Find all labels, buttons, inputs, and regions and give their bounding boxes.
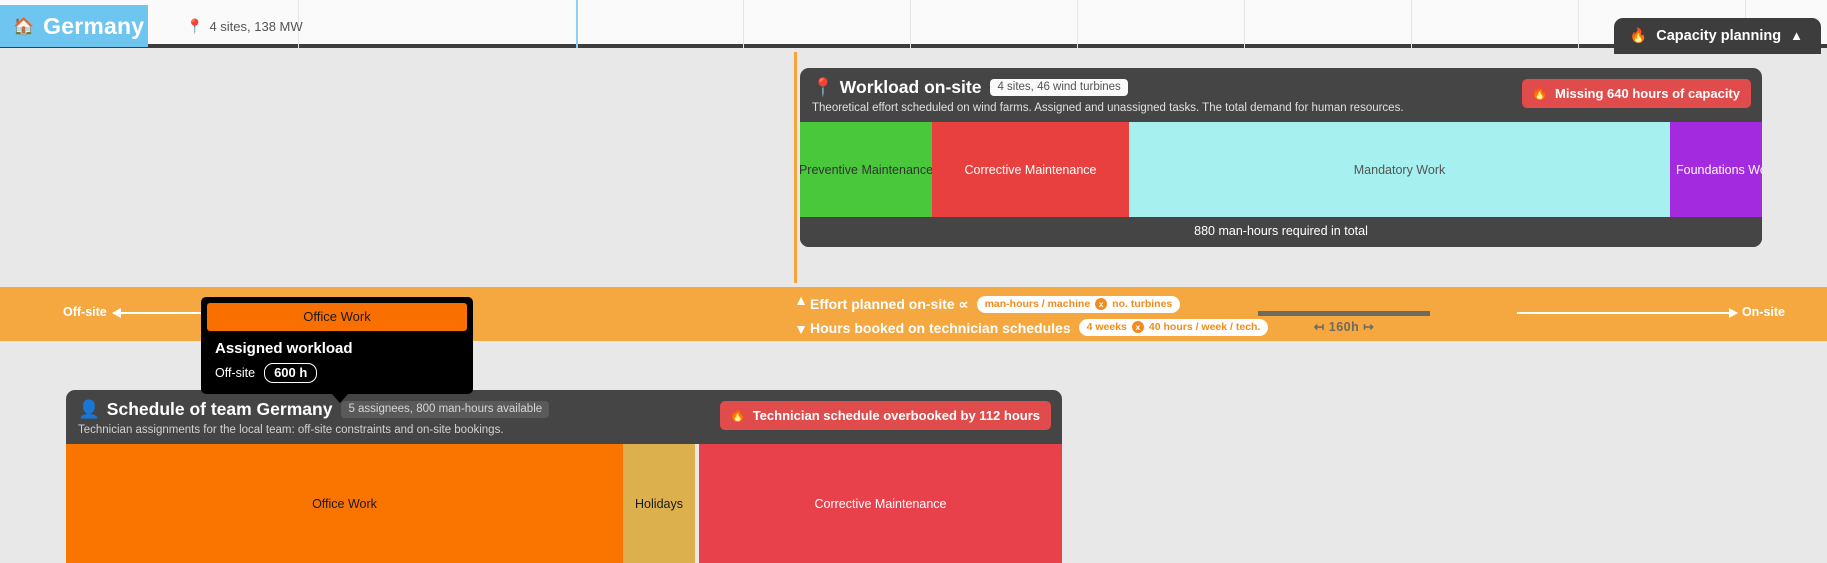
onsite-label: On-site <box>1742 305 1785 319</box>
map-pin-icon: 📍 <box>186 18 203 35</box>
tooltip-row-key: Off-site <box>215 366 255 380</box>
chevron-up-icon: ▲ <box>1790 28 1803 43</box>
offsite-arrow-icon <box>113 312 213 314</box>
workload-header: 📍 Workload on-site 4 sites, 46 wind turb… <box>800 68 1762 122</box>
schedule-title: 👤 Schedule of team Germany <box>78 399 332 420</box>
top-bar: 🏠 Germany 📍 4 sites, 138 MW 🔥 Capacity p… <box>0 0 1827 48</box>
offsite-label: Off-site <box>63 305 107 319</box>
segment-label: Preventive Maintenance <box>800 163 932 177</box>
tooltip-pointer-icon <box>331 393 349 403</box>
segment-label: Holidays <box>635 497 683 511</box>
site-summary-label: 4 sites, 138 MW <box>209 19 302 34</box>
hours-formula-row: Hours booked on technician schedules 4 w… <box>810 319 1268 336</box>
missing-capacity-label: Missing 640 hours of capacity <box>1555 86 1740 101</box>
missing-capacity-badge[interactable]: 🔥 Missing 640 hours of capacity <box>1522 79 1751 108</box>
schedule-badge: 5 assignees, 800 man-hours available <box>341 401 549 418</box>
grid-line <box>1244 0 1245 48</box>
map-pin-icon: 📍 <box>812 77 834 98</box>
scale-measure-bar <box>1258 311 1430 316</box>
flame-icon: 🔥 <box>1532 85 1548 101</box>
tooltip-row-value: 600 h <box>264 363 317 383</box>
schedule-segment-office-work[interactable]: Office Work <box>66 444 623 563</box>
grid-line <box>1077 0 1078 48</box>
grid-line-today <box>576 0 578 48</box>
schedule-bar-chart: Office Work Holidays Corrective Maintena… <box>66 444 1062 563</box>
segment-label: Mandatory Work <box>1354 163 1445 177</box>
segment-label: Corrective Maintenance <box>814 497 946 511</box>
capacity-planning-label: Capacity planning <box>1656 28 1781 44</box>
onsite-boundary-marker <box>794 52 797 283</box>
app-stage: 🏠 Germany 📍 4 sites, 138 MW 🔥 Capacity p… <box>0 0 1827 563</box>
workload-bar-chart: Preventive Maintenance Corrective Mainte… <box>800 122 1762 217</box>
onsite-arrow-icon <box>1517 312 1737 314</box>
workload-onsite-panel: 📍 Workload on-site 4 sites, 46 wind turb… <box>800 68 1762 247</box>
multiply-icon: x <box>1095 298 1107 310</box>
grid-line <box>910 0 911 48</box>
flame-icon: 🔥 <box>1630 27 1647 44</box>
schedule-segment-holidays[interactable]: Holidays <box>623 444 695 563</box>
arrow-down-icon: ▼ <box>794 324 808 335</box>
hours-formula-label: Hours booked on technician schedules <box>810 320 1071 336</box>
hours-formula-badge: 4 weeks x 40 hours / week / tech. <box>1079 319 1269 336</box>
hours-badge-left: 4 weeks <box>1087 321 1127 333</box>
tooltip-row: Off-site 600 h <box>215 363 467 383</box>
workload-title-text: Workload on-site <box>840 77 982 98</box>
schedule-header: 👤 Schedule of team Germany 5 assignees, … <box>66 390 1062 444</box>
effort-badge-right: no. turbines <box>1112 298 1172 310</box>
workload-segment-preventive[interactable]: Preventive Maintenance <box>800 122 932 217</box>
schedule-title-text: Schedule of team Germany <box>107 399 333 420</box>
effort-formula-badge: man-hours / machine x no. turbines <box>977 296 1181 313</box>
workload-title: 📍 Workload on-site <box>812 77 981 98</box>
planning-canvas: 📍 Workload on-site 4 sites, 46 wind turb… <box>0 52 1827 563</box>
scale-measure-label: ↤ 160h ↦ <box>1258 319 1430 334</box>
overbooked-label: Technician schedule overbooked by 112 ho… <box>753 408 1040 423</box>
segment-label: Foundations Work <box>1676 163 1762 177</box>
tooltip-header: Office Work <box>207 303 467 331</box>
country-name: Germany <box>43 13 144 40</box>
segment-label: Office Work <box>312 497 377 511</box>
tooltip-title: Assigned workload <box>215 340 467 357</box>
workload-total-label: 880 man-hours required in total <box>800 217 1762 247</box>
workload-segment-mandatory[interactable]: Mandatory Work <box>1129 122 1670 217</box>
effort-formula-row: Effort planned on-site ∝ man-hours / mac… <box>810 296 1180 313</box>
arrow-up-icon: ▲ <box>794 295 808 306</box>
grid-line <box>743 0 744 48</box>
hours-badge-right: 40 hours / week / tech. <box>1149 321 1260 333</box>
workload-segment-corrective[interactable]: Corrective Maintenance <box>932 122 1129 217</box>
user-icon: 👤 <box>78 399 100 420</box>
multiply-icon: x <box>1132 321 1144 333</box>
workload-segment-foundations[interactable]: Foundations Work <box>1670 122 1762 217</box>
overbooked-badge[interactable]: 🔥 Technician schedule overbooked by 112 … <box>720 401 1051 430</box>
grid-line <box>1411 0 1412 48</box>
effort-formula-label: Effort planned on-site ∝ <box>810 296 969 313</box>
flame-icon: 🔥 <box>730 407 746 423</box>
updown-arrows-icon: ▲ ▼ <box>794 295 808 335</box>
schedule-segment-corrective[interactable]: Corrective Maintenance <box>699 444 1062 563</box>
assigned-workload-tooltip: Office Work Assigned workload Off-site 6… <box>201 297 473 394</box>
segment-label: Corrective Maintenance <box>964 163 1096 177</box>
home-icon: 🏠 <box>13 18 34 35</box>
site-summary: 📍 4 sites, 138 MW <box>186 18 303 35</box>
scale-measure: ↤ 160h ↦ <box>1258 311 1430 334</box>
team-schedule-panel: 👤 Schedule of team Germany 5 assignees, … <box>66 390 1062 563</box>
country-selector[interactable]: 🏠 Germany <box>0 5 148 47</box>
grid-line <box>1578 0 1579 48</box>
capacity-planning-button[interactable]: 🔥 Capacity planning ▲ <box>1614 18 1821 54</box>
effort-badge-left: man-hours / machine <box>985 298 1091 310</box>
workload-badge: 4 sites, 46 wind turbines <box>990 79 1127 96</box>
